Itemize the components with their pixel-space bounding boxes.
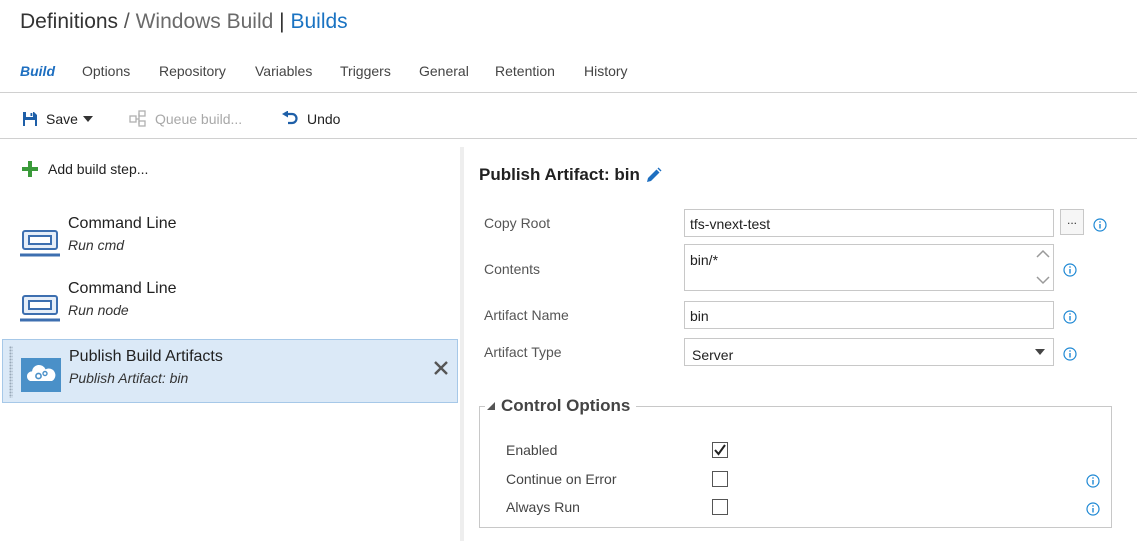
always-run-label: Always Run bbox=[506, 499, 580, 515]
breadcrumb-separator: / bbox=[123, 10, 130, 33]
save-label: Save bbox=[46, 111, 78, 127]
collapse-triangle-icon bbox=[487, 402, 495, 410]
build-step-publish-artifacts[interactable]: Publish Build Artifacts Publish Artifact… bbox=[2, 339, 458, 403]
continue-on-error-label: Continue on Error bbox=[506, 471, 617, 487]
copy-root-input[interactable]: tfs-vnext-test bbox=[684, 209, 1054, 237]
task-title-text: Publish Artifact: bin bbox=[479, 165, 640, 184]
control-options-title: Control Options bbox=[501, 396, 631, 415]
tab-divider bbox=[0, 92, 1137, 93]
contents-label: Contents bbox=[484, 261, 541, 277]
chevron-down-icon bbox=[1035, 349, 1045, 355]
pencil-icon[interactable] bbox=[646, 167, 662, 183]
build-step-name: Command Line bbox=[68, 215, 177, 232]
info-icon[interactable] bbox=[1063, 310, 1077, 324]
browse-button[interactable]: ... bbox=[1060, 209, 1084, 235]
queue-build-icon bbox=[129, 110, 146, 127]
build-step-name: Command Line bbox=[68, 280, 177, 297]
artifact-name-input[interactable]: bin bbox=[684, 301, 1054, 329]
add-build-step-button[interactable]: Add build step... bbox=[22, 161, 148, 177]
info-icon[interactable] bbox=[1063, 263, 1077, 277]
contents-textarea[interactable]: bin/* bbox=[684, 244, 1054, 291]
enabled-label: Enabled bbox=[506, 442, 558, 458]
command-line-icon bbox=[20, 230, 60, 257]
continue-on-error-checkbox[interactable] bbox=[712, 471, 728, 487]
artifact-type-label: Artifact Type bbox=[484, 344, 562, 360]
artifact-type-value: Server bbox=[692, 347, 734, 363]
control-options-toggle[interactable]: Control Options bbox=[485, 396, 637, 416]
queue-build-label: Queue build... bbox=[155, 111, 243, 127]
undo-label: Undo bbox=[307, 111, 341, 127]
info-icon[interactable] bbox=[1086, 474, 1100, 488]
textarea-scroll-arrows[interactable] bbox=[1036, 248, 1050, 286]
info-icon[interactable] bbox=[1086, 502, 1100, 516]
tab-variables[interactable]: Variables bbox=[255, 63, 312, 79]
build-step-command-line-cmd[interactable]: Command Line Run cmd bbox=[2, 207, 458, 271]
tab-options[interactable]: Options bbox=[82, 63, 130, 79]
artifact-type-select[interactable]: Server bbox=[684, 338, 1054, 366]
title-section: Builds bbox=[290, 10, 348, 33]
chevron-down-icon[interactable] bbox=[82, 116, 93, 122]
tab-retention[interactable]: Retention bbox=[495, 63, 555, 79]
artifact-name-label: Artifact Name bbox=[484, 307, 569, 323]
undo-icon bbox=[282, 111, 298, 125]
enabled-checkbox[interactable] bbox=[712, 442, 728, 458]
title-pipe: | bbox=[279, 10, 285, 33]
tab-history[interactable]: History bbox=[584, 63, 628, 79]
tab-build[interactable]: Build bbox=[20, 63, 55, 79]
add-build-step-label: Add build step... bbox=[48, 161, 149, 177]
pane-splitter[interactable] bbox=[460, 147, 464, 541]
checkmark-icon bbox=[714, 444, 726, 456]
drag-handle[interactable] bbox=[9, 346, 13, 398]
page-title: Definitions / Windows Build | Builds bbox=[20, 10, 348, 34]
info-icon[interactable] bbox=[1093, 218, 1107, 232]
always-run-checkbox[interactable] bbox=[712, 499, 728, 515]
breadcrumb-definition-name: Windows Build bbox=[135, 10, 274, 33]
build-step-subtitle: Publish Artifact: bin bbox=[69, 370, 189, 386]
tab-repository[interactable]: Repository bbox=[159, 63, 226, 79]
save-button[interactable]: Save bbox=[22, 109, 93, 129]
info-icon[interactable] bbox=[1063, 347, 1077, 361]
task-title: Publish Artifact: bin bbox=[479, 165, 662, 185]
publish-artifacts-icon bbox=[21, 358, 61, 392]
floppy-disk-icon bbox=[23, 112, 37, 126]
breadcrumb-definitions[interactable]: Definitions bbox=[20, 10, 118, 33]
build-step-subtitle: Run cmd bbox=[68, 237, 125, 253]
toolbar-divider bbox=[0, 138, 1137, 139]
tab-general[interactable]: General bbox=[419, 63, 469, 79]
build-step-name: Publish Build Artifacts bbox=[69, 348, 223, 365]
command-line-icon bbox=[20, 295, 60, 322]
queue-build-button[interactable]: Queue build... bbox=[129, 109, 242, 129]
contents-value: bin/* bbox=[690, 252, 719, 268]
build-step-subtitle: Run node bbox=[68, 302, 129, 318]
build-step-command-line-node[interactable]: Command Line Run node bbox=[2, 272, 458, 336]
close-icon[interactable] bbox=[431, 358, 451, 378]
tab-triggers[interactable]: Triggers bbox=[340, 63, 391, 79]
copy-root-label: Copy Root bbox=[484, 215, 551, 231]
undo-button[interactable]: Undo bbox=[282, 109, 340, 129]
plus-icon bbox=[22, 161, 38, 177]
